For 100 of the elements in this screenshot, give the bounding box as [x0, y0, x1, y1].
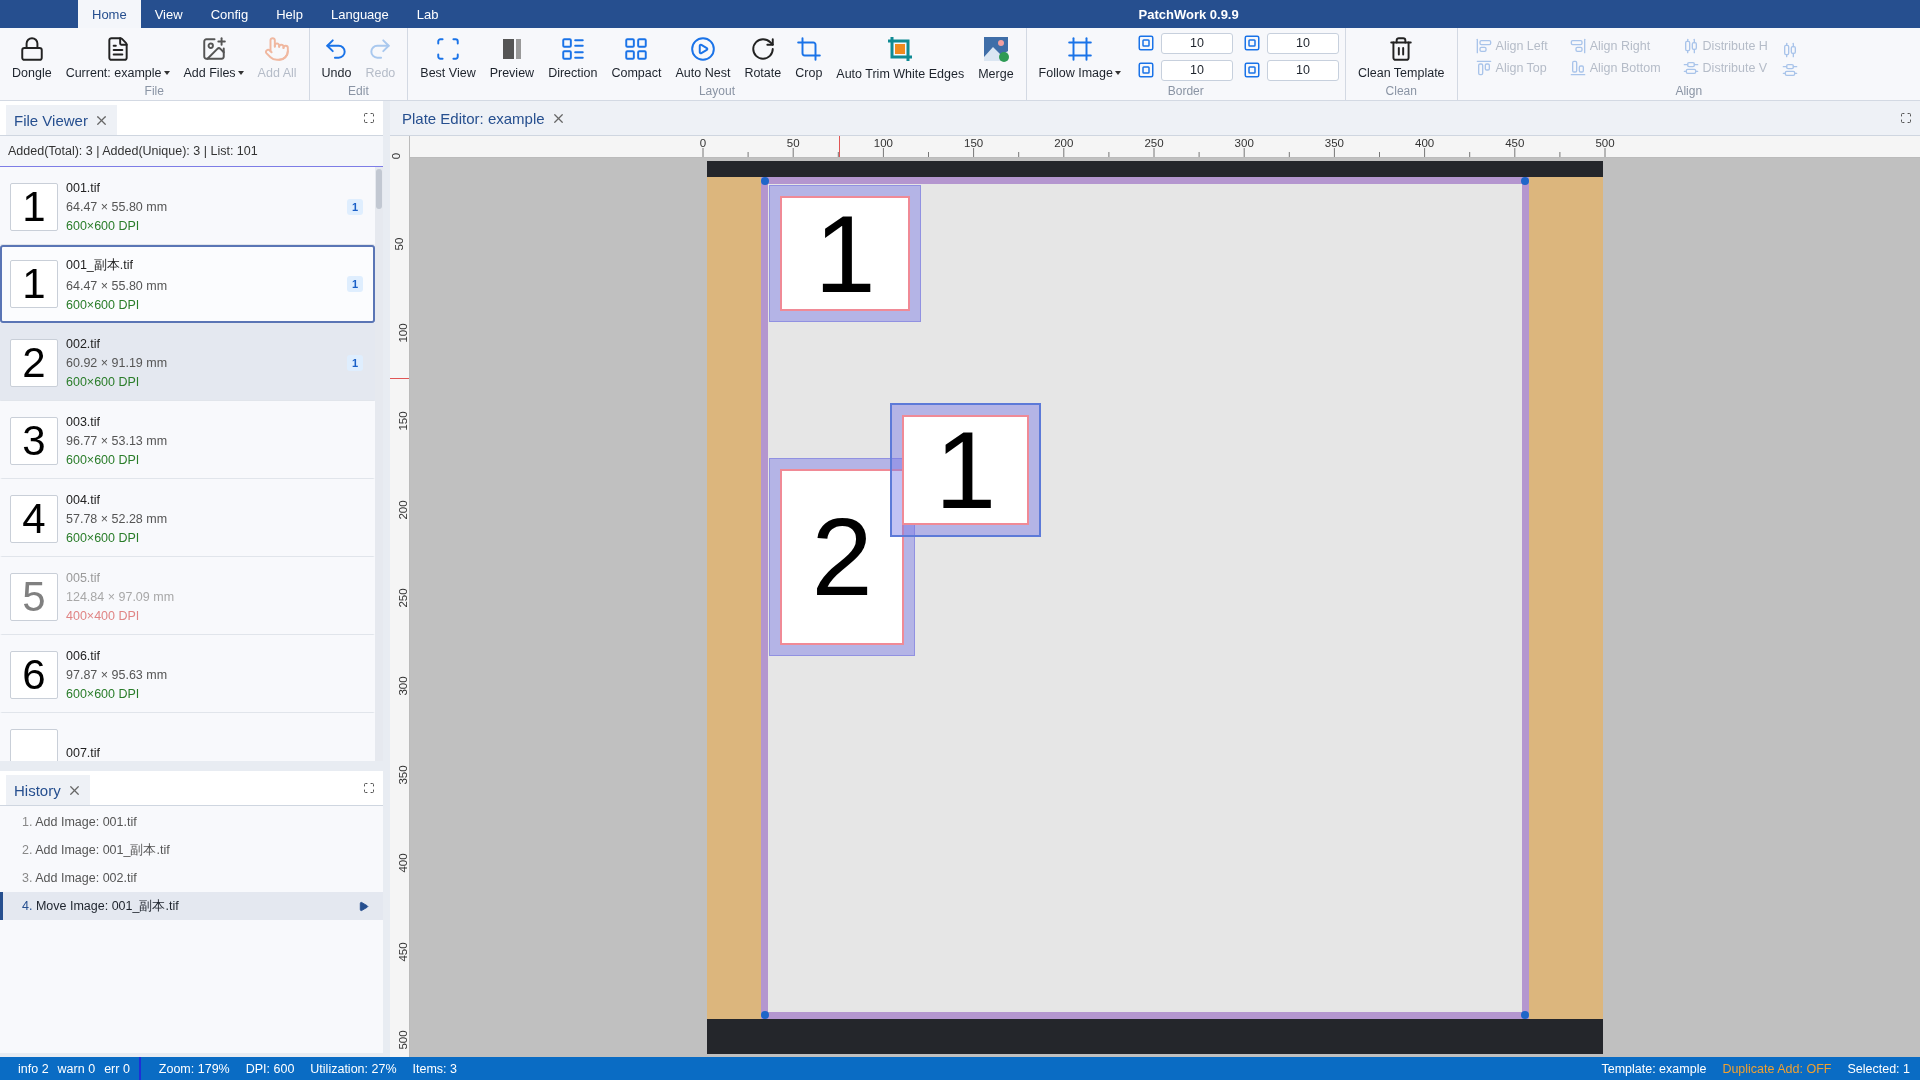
menu-tab[interactable]: Config [196, 0, 263, 28]
summary-text: Added(Total): 3 | Added(Unique): 3 | List: 101 [0, 136, 383, 167]
panel-tab[interactable]: File Viewer [6, 105, 117, 135]
toolbar-button[interactable]: Direction [542, 33, 604, 80]
status-text: Duplicate Add: OFF [1722, 1061, 1832, 1076]
maximize-icon[interactable] [1900, 112, 1912, 124]
ruler-label: 150 [396, 411, 409, 431]
distribute-icon[interactable] [1781, 41, 1798, 58]
file-dpi: 400×400 DPI [66, 608, 141, 623]
ruler-label: 0 [699, 137, 707, 149]
log-counter: info 2 [18, 1061, 49, 1076]
toolbar-button[interactable]: Preview [483, 33, 541, 80]
ruler-label: 500 [1595, 137, 1615, 149]
crop-icon [795, 35, 822, 62]
placed-image[interactable]: 1 [890, 403, 1041, 537]
placed-image[interactable]: 1 [769, 185, 921, 322]
ruler-label: 250 [396, 588, 409, 608]
log-counter: err 0 [104, 1061, 130, 1076]
menu-tab[interactable]: Home [78, 0, 141, 28]
corner-handle[interactable] [761, 1011, 769, 1019]
ruler-label: 350 [1324, 137, 1344, 149]
maximize-icon[interactable] [363, 782, 375, 794]
ruler-label: 50 [393, 238, 406, 251]
toolbar-button[interactable]: Auto Nest [669, 33, 737, 80]
menu-tab[interactable]: Lab [402, 0, 453, 28]
file-name: 007.tif [66, 745, 102, 760]
group-label: Border [1166, 85, 1205, 100]
toolbar-button[interactable]: Merge [972, 32, 1020, 81]
history-item[interactable]: 4. Move Image: 001_副本.tif [0, 892, 383, 920]
toolbar-button[interactable]: Best View [414, 33, 482, 80]
ruler-label: 300 [396, 676, 409, 696]
history-item[interactable]: 2. Add Image: 001_副本.tif [0, 836, 383, 864]
file-item[interactable]: 1 001_副本.tif 64.47 × 55.80 mm 600×600 DPI 1 [0, 245, 375, 323]
toolbar-button[interactable]: Clean Template [1351, 33, 1451, 80]
menu-tab[interactable]: View [140, 0, 197, 28]
border-field[interactable]: 10 [1266, 59, 1339, 81]
window-title: PatchWork 0.9.9 [1138, 6, 1239, 22]
editor-tab[interactable]: Plate Editor: example [396, 108, 572, 128]
toolbar-button[interactable]: Undo [315, 33, 358, 80]
placed-image[interactable]: 2 [769, 458, 915, 656]
ruler-label: 450 [1505, 137, 1525, 149]
file-name: 004.tif [66, 492, 102, 507]
ruler-label: 0 [390, 152, 403, 160]
corner-handle[interactable] [761, 177, 769, 185]
ruler-label: 100 [873, 137, 893, 149]
toolbar-button[interactable]: Compact [605, 33, 668, 80]
file-dpi: 600×600 DPI [66, 452, 141, 467]
file-size: 64.47 × 55.80 mm [66, 278, 169, 293]
pointer-icon [264, 35, 291, 62]
toolbar-button[interactable]: Crop [789, 33, 829, 80]
layout-icon [559, 35, 586, 62]
ruler-label: 200 [396, 500, 409, 520]
ruler-label: 150 [964, 137, 984, 149]
file-name: 002.tif [66, 336, 102, 351]
play-icon [358, 900, 369, 912]
border-field[interactable]: 10 [1160, 59, 1233, 81]
ruler-label: 500 [396, 1030, 409, 1050]
ruler-label: 450 [396, 942, 409, 962]
caret-icon [1114, 70, 1121, 75]
menu-tab[interactable]: Language [316, 0, 403, 28]
border-side-icon [1136, 34, 1155, 52]
history-item[interactable]: 1. Add Image: 001.tif [0, 808, 383, 836]
history-item[interactable]: 3. Add Image: 002.tif [0, 864, 383, 892]
file-item[interactable]: 2 002.tif 60.92 × 91.19 mm 600×600 DPI 1 [0, 323, 375, 401]
group-label: Edit [347, 85, 370, 100]
caret-icon [163, 70, 170, 75]
group-label: File [143, 85, 165, 100]
toolbar-button[interactable]: Current: example [59, 33, 176, 80]
status-text: Items: 3 [412, 1061, 457, 1076]
status-text: Template: example [1601, 1061, 1707, 1076]
image-icon [981, 34, 1010, 63]
border-field[interactable]: 10 [1266, 32, 1339, 54]
trim-icon [886, 34, 915, 63]
border-field[interactable]: 10 [1160, 32, 1233, 54]
align-top-icon [1475, 59, 1492, 76]
file-name: 001.tif [66, 180, 102, 195]
panel-tab[interactable]: History [6, 775, 90, 805]
log-counter: warn 0 [57, 1061, 96, 1076]
toolbar-button[interactable]: Dongle [6, 33, 58, 80]
toolbar-button[interactable]: Auto Trim White Edges [830, 32, 971, 81]
menu-tab[interactable]: Help [262, 0, 317, 28]
grid-icon [623, 35, 650, 62]
ruler-label: 400 [1415, 137, 1435, 149]
file-dpi: 600×600 DPI [66, 530, 141, 545]
toolbar-button[interactable]: Follow Image [1032, 33, 1127, 80]
ruler-label: 300 [1234, 137, 1254, 149]
file-thumbnail: 1 [10, 182, 58, 231]
count-badge: 1 [346, 354, 363, 371]
toolbar-button[interactable]: Rotate [738, 33, 788, 80]
file-dpi: 600×600 DPI [66, 218, 141, 233]
maximize-icon[interactable] [363, 112, 375, 124]
file-thumbnail: 4 [10, 494, 58, 543]
file-size: 57.78 × 52.28 mm [66, 511, 169, 526]
ruler-label: 250 [1144, 137, 1164, 149]
file-name: 001_副本.tif [66, 256, 134, 274]
distribute-icon[interactable] [1781, 61, 1798, 78]
toolbar-button[interactable]: Add Files [177, 33, 250, 80]
align-bottom-icon [1569, 59, 1586, 76]
corner-handle[interactable] [1521, 177, 1529, 185]
corner-handle[interactable] [1521, 1011, 1529, 1019]
